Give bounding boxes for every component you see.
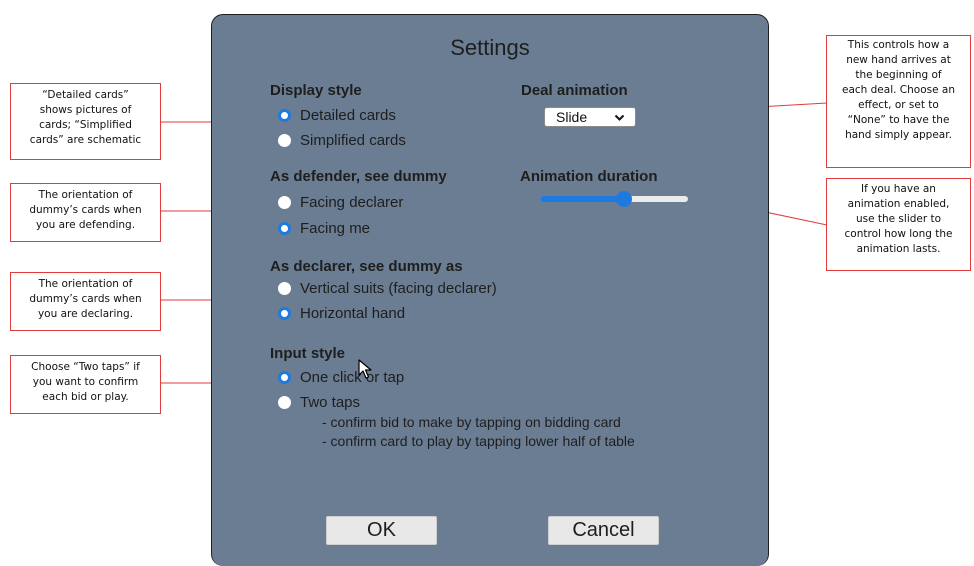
callout-line: animation enabled, — [847, 198, 950, 210]
display-style-heading: Display style — [270, 82, 362, 99]
radio-button[interactable] — [278, 134, 291, 147]
callout-display-style: “Detailed cards” shows pictures of cards… — [10, 83, 161, 160]
callout-line: new hand arrives at — [846, 54, 951, 66]
callout-line: use the slider to — [855, 213, 942, 225]
dialog-title: Settings — [450, 35, 530, 60]
radio-button[interactable] — [278, 196, 291, 209]
callout-line: each deal. Choose an — [841, 84, 955, 96]
defender-dummy-heading: As defender, see dummy — [270, 168, 447, 185]
callout-deal-animation: This controls how a new hand arrives at … — [826, 35, 971, 168]
slider-thumb[interactable] — [616, 191, 633, 207]
radio-button[interactable] — [278, 307, 291, 320]
radio-label: Facing me — [300, 220, 371, 237]
callout-line: each bid or play. — [42, 391, 129, 403]
radio-horizontal-hand[interactable]: Horizontal hand — [278, 305, 405, 322]
radio-facing-declarer[interactable]: Facing declarer — [278, 194, 403, 211]
callout-line: shows pictures of — [39, 104, 132, 116]
callout-line: dummy’s cards when — [29, 293, 142, 305]
mouse-pointer-icon — [358, 359, 372, 379]
animation-duration-heading: Animation duration — [520, 168, 658, 185]
radio-one-click[interactable]: One click or tap — [278, 369, 404, 386]
settings-dialog: Settings Display style Detailed cards Si… — [211, 14, 769, 566]
callout-line: cards” are schematic — [29, 134, 142, 146]
callout-line: you want to confirm — [32, 376, 139, 388]
callout-line: “None” to have the — [847, 114, 950, 126]
radio-label: Simplified cards — [300, 132, 406, 149]
radio-facing-me[interactable]: Facing me — [278, 220, 370, 237]
select-value: Slide — [556, 109, 588, 125]
radio-label: Horizontal hand — [300, 305, 406, 322]
radio-detailed-cards[interactable]: Detailed cards — [278, 107, 396, 124]
callout-line: you are declaring. — [37, 308, 134, 320]
radio-label: Facing declarer — [300, 194, 404, 211]
animation-duration-slider[interactable] — [540, 188, 688, 210]
callout-line: you are defending. — [35, 219, 136, 231]
cancel-button[interactable]: Cancel — [548, 516, 659, 545]
callout-duration: If you have an animation enabled, use th… — [826, 178, 971, 271]
callout-line: the beginning of — [855, 69, 942, 81]
callout-line: “Detailed cards” — [42, 89, 129, 101]
radio-label: Vertical suits (facing declarer) — [300, 280, 497, 297]
callout-line: dummy’s cards when — [29, 204, 142, 216]
callout-line: The orientation of — [38, 189, 133, 201]
callout-line: Choose “Two taps” if — [31, 361, 140, 373]
callout-line: This controls how a — [847, 39, 950, 51]
deal-animation-heading: Deal animation — [521, 82, 628, 99]
slider-fill — [540, 196, 625, 202]
declarer-dummy-heading: As declarer, see dummy as — [270, 258, 463, 275]
radio-button[interactable] — [278, 371, 291, 384]
callout-line: The orientation of — [38, 278, 133, 290]
radio-label: Two taps — [300, 394, 361, 411]
radio-two-taps[interactable]: Two taps — [278, 394, 360, 411]
radio-label: Detailed cards — [300, 107, 396, 124]
radio-button[interactable] — [278, 282, 291, 295]
callout-line: If you have an — [861, 183, 936, 195]
radio-button[interactable] — [278, 222, 291, 235]
ok-button[interactable]: OK — [326, 516, 437, 545]
deal-animation-select[interactable]: Slide — [544, 107, 636, 127]
radio-label: One click or tap — [300, 369, 405, 386]
input-style-heading: Input style — [270, 345, 346, 362]
radio-button[interactable] — [278, 109, 291, 122]
radio-vertical-suits[interactable]: Vertical suits (facing declarer) — [278, 280, 497, 297]
callout-line: hand simply appear. — [845, 129, 952, 141]
radio-simplified-cards[interactable]: Simplified cards — [278, 132, 406, 149]
callout-line: cards; “Simplified — [39, 119, 132, 131]
callout-defender: The orientation of dummy’s cards when yo… — [10, 183, 161, 242]
two-taps-note-bid: - confirm bid to make by tapping on bidd… — [322, 414, 621, 430]
callout-line: control how long the — [844, 228, 953, 240]
callout-line: animation lasts. — [856, 243, 941, 255]
callout-input: Choose “Two taps” if you want to confirm… — [10, 355, 161, 414]
chevron-down-icon — [614, 114, 625, 121]
callout-declarer: The orientation of dummy’s cards when yo… — [10, 272, 161, 331]
radio-button[interactable] — [278, 396, 291, 409]
callout-line: effect, or set to — [858, 99, 939, 111]
two-taps-note-card: - confirm card to play by tapping lower … — [322, 433, 635, 449]
